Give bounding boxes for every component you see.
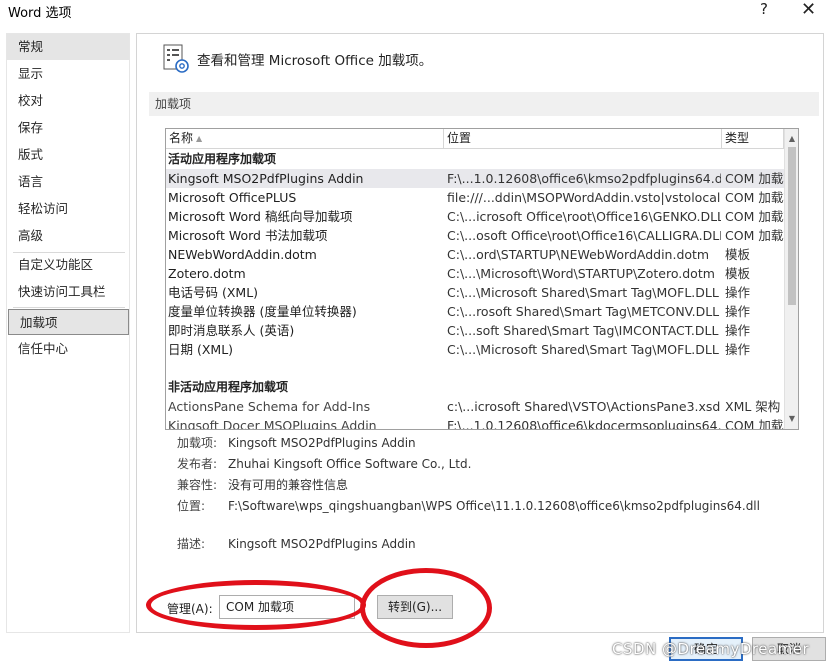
row-location: C:\...osoft Office\root\Office16\CALLIGR… — [447, 228, 721, 243]
sidebar-divider — [13, 307, 125, 308]
table-row[interactable]: Kingsoft MSO2PdfPlugins Addin F:\...1.0.… — [166, 169, 787, 188]
sidebar-item-quick-access-toolbar[interactable]: 快速访问工具栏 — [7, 279, 129, 305]
table-row[interactable]: Microsoft Word 稿纸向导加载项 C:\...icrosoft Of… — [166, 207, 787, 226]
detail-location-value: F:\Software\wps_qingshuangban\WPS Office… — [228, 499, 760, 513]
list-scrollbar[interactable]: ▲ ▼ — [784, 129, 798, 429]
row-location: c:\...icrosoft Shared\VSTO\ActionsPane3.… — [447, 399, 721, 414]
row-location: C:\...rosoft Shared\Smart Tag\METCONV.DL… — [447, 304, 720, 319]
sidebar-item-language[interactable]: 语言 — [7, 169, 129, 195]
table-row[interactable]: ActionsPane Schema for Add-Ins c:\...icr… — [166, 397, 784, 416]
scroll-up-arrow-icon[interactable]: ▲ — [786, 132, 798, 146]
row-type: 操作 — [725, 304, 751, 319]
addin-settings-icon — [163, 44, 189, 73]
table-row[interactable]: 即时消息联系人 (英语) C:\...soft Shared\Smart Tag… — [166, 321, 784, 340]
row-type: XML 架构 — [725, 399, 781, 414]
sidebar-item-customize-ribbon[interactable]: 自定义功能区 — [7, 252, 129, 278]
row-location: C:\...\Microsoft Shared\Smart Tag\MOFL.D… — [447, 285, 719, 300]
row-location: C:\...ord\STARTUP\NEWebWordAddin.dotm — [447, 247, 710, 262]
section-label-addins: 加载项 — [149, 92, 819, 116]
row-name: Microsoft OfficePLUS — [168, 190, 297, 205]
detail-publisher-value: Zhuhai Kingsoft Office Software Co., Ltd… — [228, 457, 472, 471]
column-header-name[interactable]: 名称 ▲ — [166, 129, 444, 149]
annotation-circle-goto — [360, 568, 492, 648]
detail-addin-key: 加载项: — [177, 436, 218, 450]
column-header-location[interactable]: 位置 — [444, 129, 722, 149]
row-type: 操作 — [725, 323, 751, 338]
detail-addin-value: Kingsoft MSO2PdfPlugins Addin — [228, 436, 416, 450]
detail-location-key: 位置: — [177, 499, 206, 513]
sidebar-item-accessibility[interactable]: 轻松访问 — [7, 196, 129, 222]
sidebar-item-display[interactable]: 显示 — [7, 61, 129, 87]
detail-description-value: Kingsoft MSO2PdfPlugins Addin — [228, 537, 416, 551]
window-title: Word 选项 — [8, 6, 72, 21]
row-location: C:\...icrosoft Office\root\Office16\GENK… — [447, 209, 721, 224]
sidebar-item-general[interactable]: 常规 — [7, 34, 129, 60]
sidebar-item-typography[interactable]: 版式 — [7, 142, 129, 168]
row-name: Microsoft Word 稿纸向导加载项 — [168, 209, 353, 224]
help-button[interactable]: ? — [760, 0, 768, 18]
sidebar-item-proofing[interactable]: 校对 — [7, 88, 129, 114]
row-location: file:///...ddin\MSOPWordAddin.vsto|vstol… — [447, 190, 721, 205]
row-location: C:\...\Microsoft\Word\STARTUP\Zotero.dot… — [447, 266, 715, 281]
column-header-name-label: 名称 — [169, 131, 194, 145]
row-location: C:\...soft Shared\Smart Tag\IMCONTACT.DL… — [447, 323, 719, 338]
row-name: Kingsoft Docer MSOPlugins Addin — [168, 418, 377, 430]
row-type: 操作 — [725, 285, 751, 300]
table-row[interactable]: 度量单位转换器 (度量单位转换器) C:\...rosoft Shared\Sm… — [166, 302, 784, 321]
table-row[interactable]: 日期 (XML) C:\...\Microsoft Shared\Smart T… — [166, 340, 784, 359]
row-name: Kingsoft MSO2PdfPlugins Addin — [168, 171, 364, 186]
row-type: COM 加载项 — [725, 190, 787, 205]
scroll-down-arrow-icon[interactable]: ▼ — [786, 412, 798, 426]
row-type: 模板 — [725, 247, 751, 262]
row-name: ActionsPane Schema for Add-Ins — [168, 399, 371, 414]
row-name: NEWebWordAddin.dotm — [168, 247, 317, 262]
row-name: 日期 (XML) — [168, 342, 234, 357]
row-name: Microsoft Word 书法加载项 — [168, 228, 328, 243]
row-name: Zotero.dotm — [168, 266, 246, 281]
addins-panel: 查看和管理 Microsoft Office 加载项。 加载项 名称 ▲ 位置 类… — [136, 33, 824, 633]
watermark: CSDN @DreamyDreamer — [612, 640, 810, 658]
row-location: F:\...1.0.12608\office6\kmso2pdfplugins6… — [447, 171, 721, 186]
sidebar-item-addins[interactable]: 加载项 — [8, 309, 129, 335]
panel-header: 查看和管理 Microsoft Office 加载项。 — [197, 53, 433, 69]
detail-description-key: 描述: — [177, 537, 206, 551]
table-row[interactable]: NEWebWordAddin.dotm C:\...ord\STARTUP\NE… — [166, 245, 784, 264]
sidebar-item-save[interactable]: 保存 — [7, 115, 129, 141]
table-row[interactable]: Microsoft OfficePLUS file:///...ddin\MSO… — [166, 188, 787, 207]
table-row[interactable]: Kingsoft Docer MSOPlugins Addin F:\...1.… — [166, 416, 787, 430]
scroll-thumb[interactable] — [788, 147, 796, 305]
row-type: COM 加载项 — [725, 418, 787, 430]
row-location: C:\...\Microsoft Shared\Smart Tag\MOFL.D… — [447, 342, 719, 357]
detail-compat-value: 没有可用的兼容性信息 — [228, 478, 349, 492]
annotation-circle-manage — [146, 580, 366, 630]
close-button[interactable]: ✕ — [801, 0, 816, 20]
options-sidebar: 常规 显示 校对 保存 版式 语言 轻松访问 高级 自定义功能区 快速访问工具栏… — [6, 33, 130, 633]
group-header-inactive: 非活动应用程序加载项 — [168, 380, 289, 394]
row-name: 电话号码 (XML) — [168, 285, 259, 300]
addins-list[interactable]: 名称 ▲ 位置 类型 活动应用程序加载项 Kingsoft MSO2PdfPlug… — [165, 128, 799, 430]
row-location: F:\...1.0.12608\office6\kdocermsoplugins… — [447, 418, 721, 430]
row-name: 度量单位转换器 (度量单位转换器) — [168, 304, 357, 319]
detail-compat-key: 兼容性: — [177, 478, 218, 492]
table-row[interactable]: 电话号码 (XML) C:\...\Microsoft Shared\Smart… — [166, 283, 784, 302]
table-row[interactable]: Zotero.dotm C:\...\Microsoft\Word\STARTU… — [166, 264, 784, 283]
row-type: COM 加载项 — [725, 171, 787, 186]
row-name: 即时消息联系人 (英语) — [168, 323, 295, 338]
group-header-active: 活动应用程序加载项 — [168, 152, 277, 166]
row-type: COM 加载项 — [725, 209, 787, 224]
row-type: 模板 — [725, 266, 751, 281]
table-row[interactable]: Microsoft Word 书法加载项 C:\...osoft Office\… — [166, 226, 787, 245]
sort-ascending-icon: ▲ — [196, 134, 203, 143]
row-type: 操作 — [725, 342, 751, 357]
column-header-type[interactable]: 类型 — [722, 129, 784, 149]
row-type: COM 加载项 — [725, 228, 787, 243]
title-bar: Word 选项 ? ✕ — [0, 0, 834, 28]
sidebar-item-trust-center[interactable]: 信任中心 — [7, 336, 129, 362]
detail-publisher-key: 发布者: — [177, 457, 218, 471]
sidebar-item-advanced[interactable]: 高级 — [7, 223, 129, 249]
